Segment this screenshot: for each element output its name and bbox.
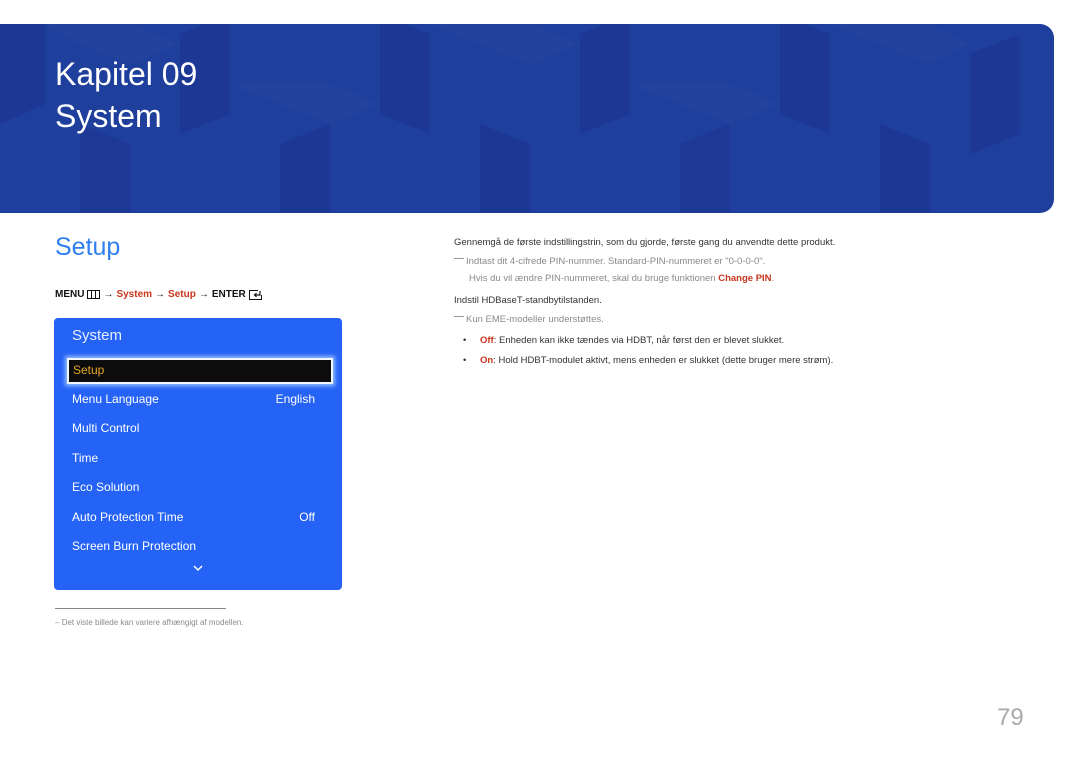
breadcrumb-menu: MENU — [55, 289, 85, 300]
menu-item-setup-selected[interactable]: Setup — [67, 358, 333, 384]
menu-item-multi-control[interactable]: Multi Control — [72, 421, 315, 435]
hdbt-heading: Indstil HDBaseT-standbytilstanden. — [454, 295, 602, 306]
menu-item-label: Auto Protection Time — [72, 510, 184, 524]
change-pin-link: Change PIN — [718, 273, 772, 284]
menu-item-label: Menu Language — [72, 392, 159, 406]
bullet-text: : Enheden kan ikke tændes via HDBT, når … — [493, 335, 785, 346]
menu-item-auto-protection-time[interactable]: Auto Protection Time Off — [72, 510, 315, 524]
chapter-title: System — [55, 98, 162, 134]
menu-title: System — [72, 327, 123, 344]
menu-item-label: Eco Solution — [72, 480, 140, 494]
eme-note-text: Kun EME-modeller understøttes. — [466, 314, 604, 325]
footnote: – Det viste billede kan variere afhængig… — [55, 618, 244, 627]
note-dash-icon — [454, 257, 464, 259]
breadcrumb-system: System — [116, 289, 153, 300]
footnote-text: Det viste billede kan variere afhængigt … — [61, 618, 244, 627]
footnote-dash: – — [55, 618, 60, 627]
menu-icon — [87, 290, 101, 299]
chapter-banner: Kapitel 09 System — [0, 24, 1054, 213]
page-number: 79 — [997, 704, 1024, 731]
section-title: Setup — [55, 233, 121, 261]
bullet-off: • Off: Enheden kan ikke tændes via HDBT, … — [463, 335, 784, 346]
note-dash-icon — [454, 315, 464, 317]
breadcrumb-enter: ENTER — [211, 289, 246, 300]
menu-item-label: Screen Burn Protection — [72, 539, 197, 553]
menu-item-label: Setup — [73, 363, 105, 377]
breadcrumb: MENU → System → Setup → ENTER — [55, 289, 262, 300]
menu-item-label: Multi Control — [72, 421, 140, 435]
pin-note-line1: Indtast dit 4-cifrede PIN-nummer. Standa… — [466, 256, 766, 267]
breadcrumb-arrow: → — [155, 289, 166, 300]
menu-item-time[interactable]: Time — [72, 451, 315, 465]
menu-item-value: Off — [299, 510, 315, 524]
menu-item-menu-language[interactable]: Menu Language English — [72, 392, 315, 406]
menu-item-value: English — [275, 392, 315, 406]
pin-note-line2-suffix: . — [771, 273, 775, 284]
chapter-number: Kapitel 09 — [55, 56, 198, 92]
menu-item-label: Time — [72, 451, 99, 465]
bullet-on: • On: Hold HDBT-modulet aktivt, mens enhe… — [463, 355, 833, 366]
pin-note-line2-text: Hvis du vil ændre PIN-nummeret, skal du … — [469, 273, 719, 284]
chevron-down-icon[interactable] — [193, 565, 203, 572]
bullet-icon: • — [463, 355, 467, 366]
pin-note: Indtast dit 4-cifrede PIN-nummer. Standa… — [454, 256, 765, 267]
intro-text: Gennemgå de første indstillingstrin, som… — [454, 237, 836, 248]
bullet-key: Off — [480, 335, 494, 346]
menu-item-eco-solution[interactable]: Eco Solution — [72, 480, 315, 494]
pin-note-line2: Hvis du vil ændre PIN-nummeret, skal du … — [469, 273, 774, 284]
breadcrumb-setup: Setup — [168, 289, 196, 300]
footnote-divider — [55, 608, 226, 609]
bullet-key: On — [480, 355, 494, 366]
osd-system-menu: System Setup Menu Language English Multi… — [54, 318, 342, 590]
breadcrumb-arrow: → — [103, 289, 114, 300]
enter-icon — [248, 289, 262, 300]
eme-note: Kun EME-modeller understøttes. — [454, 314, 604, 325]
bullet-icon: • — [463, 335, 467, 346]
breadcrumb-arrow: → — [198, 289, 209, 300]
menu-item-screen-burn-protection[interactable]: Screen Burn Protection — [72, 539, 315, 553]
bullet-text: : Hold HDBT-modulet aktivt, mens enheden… — [493, 355, 834, 366]
